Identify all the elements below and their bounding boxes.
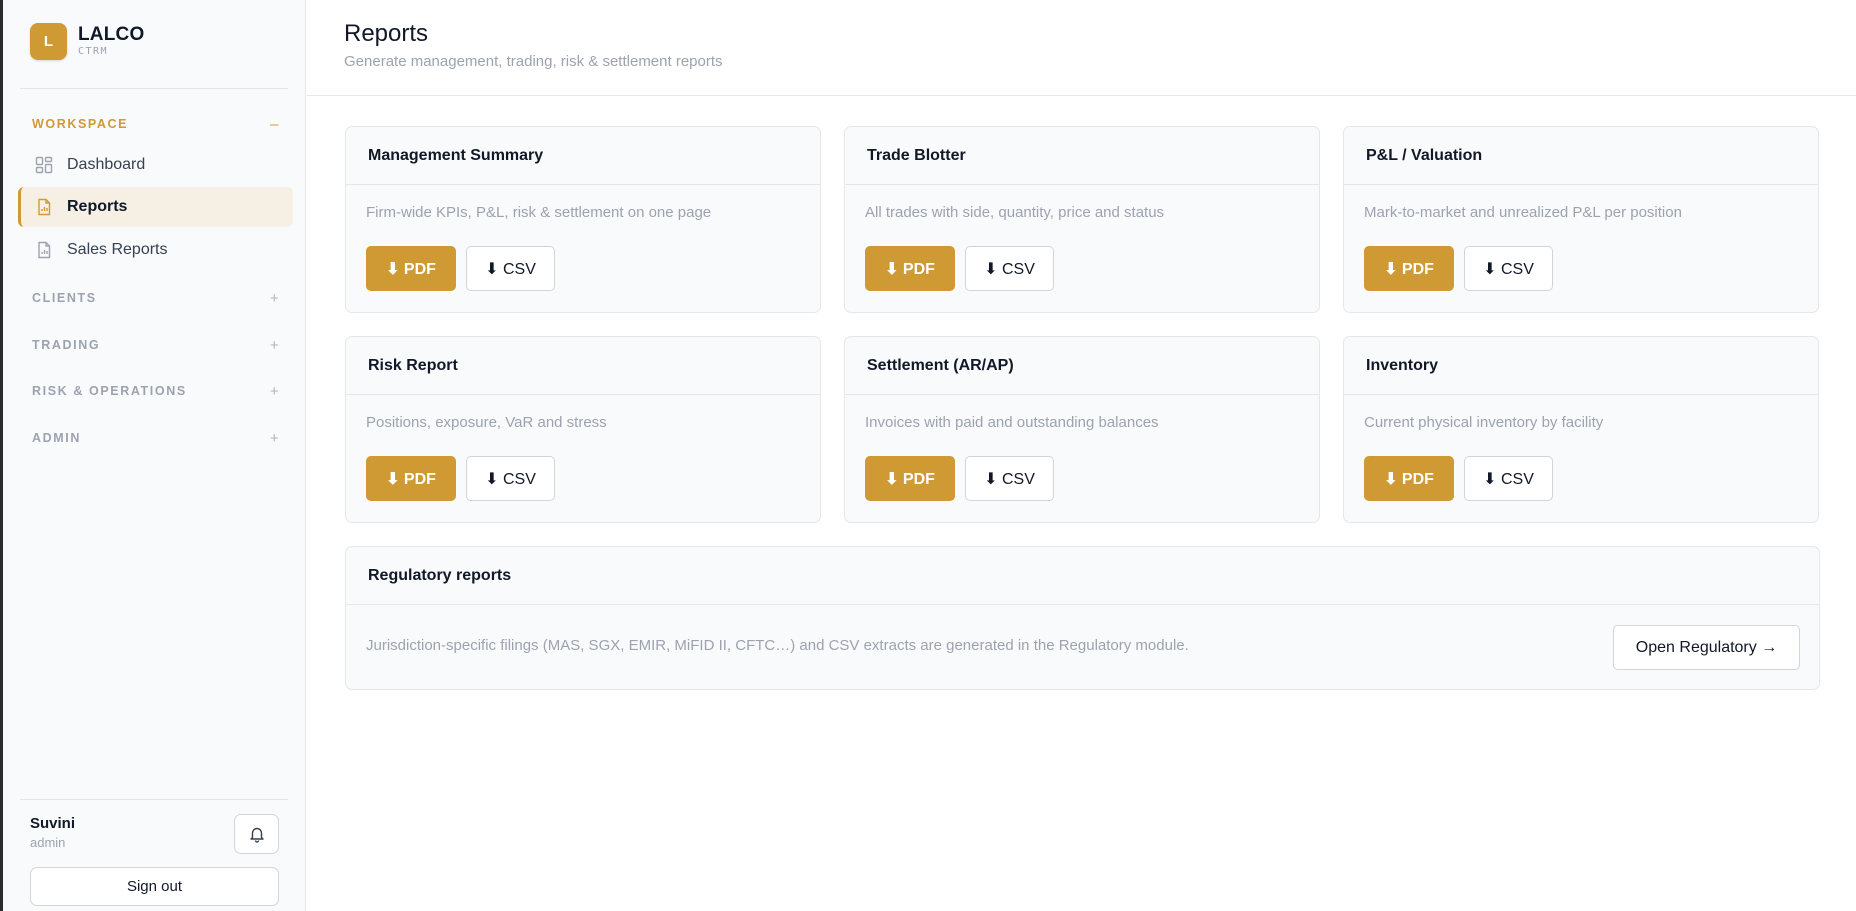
card-description: All trades with side, quantity, price an…: [865, 204, 1165, 221]
download-csv-button[interactable]: ⬇ CSV: [965, 246, 1054, 291]
regulatory-reports-card: Regulatory reports Jurisdiction-specific…: [345, 546, 1820, 690]
report-card-risk-report: Risk Report Positions, exposure, VaR and…: [345, 336, 821, 523]
brand-logo: L: [30, 23, 67, 60]
brand-name: LALCO: [78, 24, 145, 45]
section-label: CLIENTS: [32, 291, 97, 305]
section-label: TRADING: [32, 338, 101, 352]
card-description: Positions, exposure, VaR and stress: [366, 414, 607, 431]
report-file-icon: [35, 198, 53, 216]
report-file-icon: [35, 241, 53, 259]
download-csv-button[interactable]: ⬇ CSV: [965, 456, 1054, 501]
notifications-button[interactable]: [234, 814, 279, 854]
section-risk-operations[interactable]: RISK & OPERATIONS +: [32, 381, 282, 401]
user-role: admin: [30, 835, 66, 850]
download-pdf-button[interactable]: ⬇ PDF: [1364, 456, 1454, 501]
expand-icon[interactable]: +: [268, 290, 282, 307]
card-description: Invoices with paid and outstanding balan…: [865, 414, 1159, 431]
card-title: P&L / Valuation: [1344, 127, 1818, 185]
open-regulatory-button[interactable]: Open Regulatory →: [1613, 625, 1800, 670]
sidebar-item-label: Reports: [67, 198, 128, 215]
sidebar-item-label: Dashboard: [67, 156, 146, 173]
download-csv-button[interactable]: ⬇ CSV: [1464, 456, 1553, 501]
section-clients[interactable]: CLIENTS +: [32, 288, 282, 308]
report-card-trade-blotter: Trade Blotter All trades with side, quan…: [844, 126, 1320, 313]
report-card-settlement: Settlement (AR/AP) Invoices with paid an…: [844, 336, 1320, 523]
user-name: Suvini: [30, 815, 76, 832]
card-description: Jurisdiction-specific filings (MAS, SGX,…: [366, 637, 1189, 654]
section-admin[interactable]: ADMIN +: [32, 428, 282, 448]
download-pdf-button[interactable]: ⬇ PDF: [366, 456, 456, 501]
bell-icon: [248, 825, 266, 843]
download-csv-button[interactable]: ⬇ CSV: [1464, 246, 1553, 291]
card-title: Risk Report: [346, 337, 820, 395]
brand-text: LALCO CTRM: [78, 25, 144, 58]
download-pdf-button[interactable]: ⬇ PDF: [366, 246, 456, 291]
brand[interactable]: L LALCO CTRM: [30, 23, 144, 60]
download-pdf-button[interactable]: ⬇ PDF: [865, 246, 955, 291]
sidebar-item-label: Sales Reports: [67, 241, 168, 258]
card-description: Current physical inventory by facility: [1364, 414, 1604, 431]
sidebar-item-sales-reports[interactable]: Sales Reports: [18, 230, 293, 270]
page-subtitle: Generate management, trading, risk & set…: [344, 53, 723, 70]
expand-icon[interactable]: +: [268, 383, 282, 400]
download-pdf-button[interactable]: ⬇ PDF: [1364, 246, 1454, 291]
page-title: Reports: [344, 20, 429, 47]
card-description: Firm-wide KPIs, P&L, risk & settlement o…: [366, 204, 712, 221]
expand-icon[interactable]: +: [268, 430, 282, 447]
sidebar-item-dashboard[interactable]: Dashboard: [18, 145, 293, 185]
download-csv-button[interactable]: ⬇ CSV: [466, 246, 555, 291]
section-trading[interactable]: TRADING +: [32, 335, 282, 355]
card-title: Regulatory reports: [346, 547, 1819, 605]
section-workspace[interactable]: WORKSPACE –: [32, 114, 282, 134]
section-label: ADMIN: [32, 431, 81, 445]
download-pdf-button[interactable]: ⬇ PDF: [865, 456, 955, 501]
section-label: WORKSPACE: [32, 117, 129, 131]
divider: [20, 88, 288, 89]
report-card-management-summary: Management Summary Firm-wide KPIs, P&L, …: [345, 126, 821, 313]
divider: [20, 799, 288, 800]
report-card-pnl-valuation: P&L / Valuation Mark-to-market and unrea…: [1343, 126, 1819, 313]
card-title: Trade Blotter: [845, 127, 1319, 185]
expand-icon[interactable]: +: [268, 337, 282, 354]
brand-subtitle: CTRM: [78, 46, 109, 57]
section-label: RISK & OPERATIONS: [32, 384, 187, 398]
card-title: Settlement (AR/AP): [845, 337, 1319, 395]
card-title: Inventory: [1344, 337, 1818, 395]
collapse-icon[interactable]: –: [268, 116, 282, 133]
sidebar-item-reports[interactable]: Reports: [18, 187, 293, 227]
download-csv-button[interactable]: ⬇ CSV: [466, 456, 555, 501]
sign-out-button[interactable]: Sign out: [30, 867, 279, 906]
report-card-inventory: Inventory Current physical inventory by …: [1343, 336, 1819, 523]
page-header: Reports Generate management, trading, ri…: [307, 0, 1856, 96]
card-description: Mark-to-market and unrealized P&L per po…: [1364, 204, 1682, 221]
dashboard-icon: [35, 156, 53, 174]
card-title: Management Summary: [346, 127, 820, 185]
sidebar: L LALCO CTRM WORKSPACE – Dashboard Repor…: [3, 0, 306, 911]
